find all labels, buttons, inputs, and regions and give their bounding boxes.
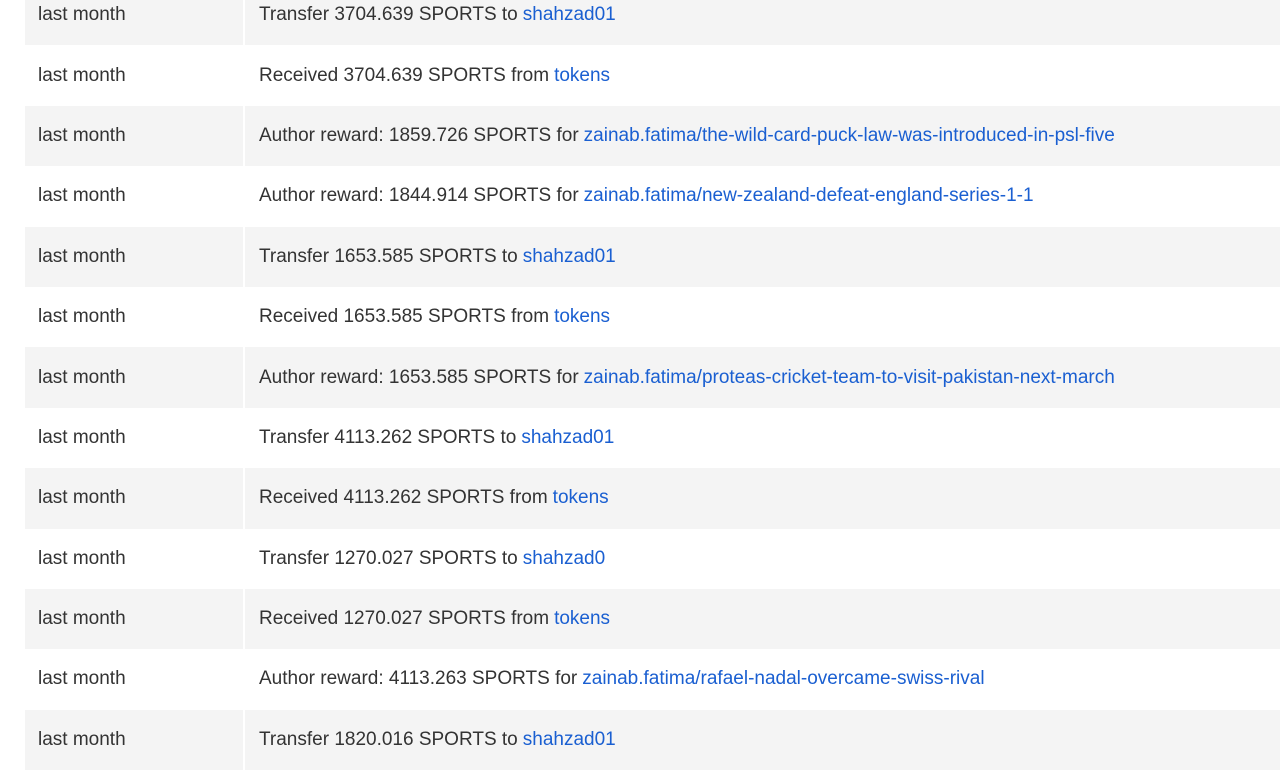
post-link[interactable]: zainab.fatima/rafael-nadal-overcame-swis… <box>582 668 984 690</box>
account-link[interactable]: shahzad01 <box>523 729 616 751</box>
time-cell: last month <box>25 226 245 287</box>
post-link[interactable]: zainab.fatima/new-zealand-defeat-england… <box>584 185 1034 207</box>
operation-text: Author reward: 1653.585 SPORTS for <box>259 366 579 388</box>
operation-cell: Author reward: 4113.263 SPORTS for zaina… <box>245 649 1280 709</box>
table-row: last month Transfer 3704.639 SPORTS to s… <box>25 0 1280 46</box>
operation-text: Author reward: 1844.914 SPORTS for <box>259 185 579 207</box>
operation-text: Transfer 1820.016 SPORTS to <box>259 728 518 750</box>
table-row: last month Author reward: 1844.914 SPORT… <box>25 166 1280 227</box>
operation-text: Transfer 1653.585 SPORTS to <box>259 245 518 267</box>
operation-text: Author reward: 4113.263 SPORTS for <box>259 668 578 690</box>
account-link[interactable]: tokens <box>553 487 609 509</box>
time-cell: last month <box>25 166 245 227</box>
account-link[interactable]: shahzad01 <box>521 427 614 449</box>
operation-cell: Received 4113.262 SPORTS from tokens <box>245 468 1280 529</box>
account-link[interactable]: tokens <box>554 608 610 630</box>
table-row: last month Received 1653.585 SPORTS from… <box>25 286 1280 348</box>
wallet-history-table: last month Transfer 3704.639 SPORTS to s… <box>25 0 1280 770</box>
operation-cell: Transfer 3704.639 SPORTS to shahzad01 <box>245 0 1280 46</box>
operation-cell: Author reward: 1844.914 SPORTS for zaina… <box>245 166 1280 226</box>
time-cell: last month <box>25 649 245 710</box>
operation-text: Transfer 4113.262 SPORTS to <box>259 426 517 448</box>
operation-text: Received 4113.262 SPORTS from <box>259 487 548 509</box>
table-row: last month Author reward: 1653.585 SPORT… <box>25 347 1280 408</box>
time-cell: last month <box>25 286 245 348</box>
operation-cell: Transfer 1820.016 SPORTS to shahzad01 <box>245 709 1280 770</box>
table-row: last month Received 4113.262 SPORTS from… <box>25 468 1280 529</box>
time-cell: last month <box>25 105 245 167</box>
time-cell: last month <box>25 468 245 529</box>
post-link[interactable]: zainab.fatima/the-wild-card-puck-law-was… <box>584 125 1115 147</box>
operation-cell: Transfer 4113.262 SPORTS to shahzad01 <box>245 408 1280 468</box>
table-row: last month Author reward: 1859.726 SPORT… <box>25 105 1280 167</box>
table-row: last month Transfer 1270.027 SPORTS to s… <box>25 528 1280 589</box>
operation-cell: Author reward: 1653.585 SPORTS for zaina… <box>245 347 1280 408</box>
operation-cell: Transfer 1653.585 SPORTS to shahzad01 <box>245 226 1280 287</box>
operation-text: Author reward: 1859.726 SPORTS for <box>259 124 579 146</box>
operation-text: Received 1653.585 SPORTS from <box>259 306 550 328</box>
time-cell: last month <box>25 0 245 46</box>
operation-cell: Received 3704.639 SPORTS from tokens <box>245 45 1280 105</box>
account-link[interactable]: tokens <box>554 65 610 87</box>
operation-cell: Transfer 1270.027 SPORTS to shahzad0 <box>245 529 1280 589</box>
account-link[interactable]: shahzad01 <box>523 246 616 268</box>
time-cell: last month <box>25 588 245 650</box>
account-link[interactable]: shahzad0 <box>523 548 605 570</box>
table-row: last month Author reward: 4113.263 SPORT… <box>25 649 1280 710</box>
operation-cell: Received 1270.027 SPORTS from tokens <box>245 588 1280 650</box>
operation-text: Received 1270.027 SPORTS from <box>259 608 550 630</box>
operation-text: Transfer 3704.639 SPORTS to <box>259 4 518 26</box>
table-row: last month Received 3704.639 SPORTS from… <box>25 45 1280 106</box>
operation-cell: Author reward: 1859.726 SPORTS for zaina… <box>245 105 1280 167</box>
operation-text: Transfer 1270.027 SPORTS to <box>259 547 518 569</box>
time-cell: last month <box>25 528 245 589</box>
time-cell: last month <box>25 407 245 469</box>
table-row: last month Transfer 4113.262 SPORTS to s… <box>25 407 1280 469</box>
time-cell: last month <box>25 45 245 106</box>
operation-cell: Received 1653.585 SPORTS from tokens <box>245 287 1280 347</box>
time-cell: last month <box>25 709 245 770</box>
table-row: last month Transfer 1820.016 SPORTS to s… <box>25 709 1280 770</box>
post-link[interactable]: zainab.fatima/proteas-cricket-team-to-vi… <box>584 367 1115 389</box>
table-row: last month Transfer 1653.585 SPORTS to s… <box>25 226 1280 287</box>
time-cell: last month <box>25 347 245 408</box>
account-link[interactable]: shahzad01 <box>523 4 616 26</box>
operation-text: Received 3704.639 SPORTS from <box>259 64 550 86</box>
account-link[interactable]: tokens <box>554 306 610 328</box>
table-row: last month Received 1270.027 SPORTS from… <box>25 588 1280 650</box>
